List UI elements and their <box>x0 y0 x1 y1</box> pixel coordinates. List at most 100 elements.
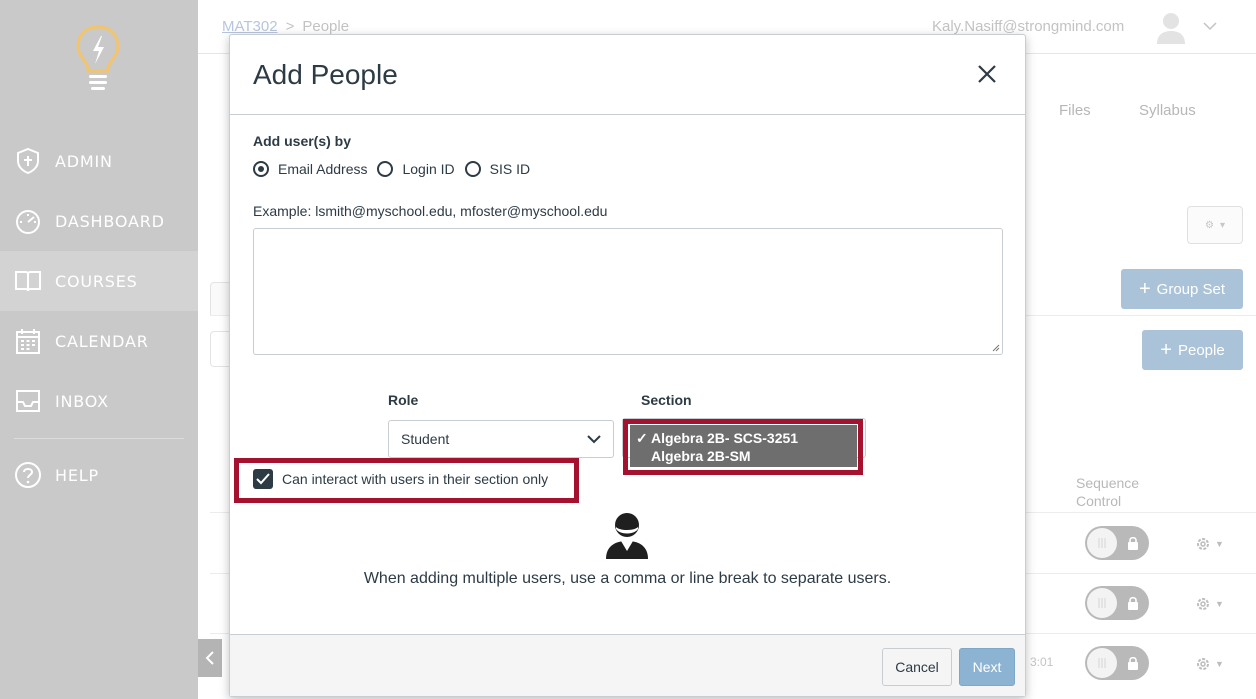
section-option-label: Algebra 2B- SCS-3251 <box>651 430 799 446</box>
radio-label: SIS ID <box>489 161 531 177</box>
add-people-dialog: Add People Add user(s) by Email Address … <box>229 34 1026 697</box>
breadcrumb: MAT302 > People <box>222 18 349 35</box>
section-option[interactable]: Algebra 2B-SM <box>630 447 857 465</box>
plus-icon: + <box>1160 338 1172 361</box>
chevron-down-icon[interactable] <box>1202 18 1218 34</box>
users-textarea[interactable] <box>253 228 1003 355</box>
collapse-sidebar-button[interactable] <box>198 639 222 677</box>
radio-label: Email Address <box>278 161 368 177</box>
row-timestamp: 3:01 <box>1030 655 1054 669</box>
example-hint: Example: lsmith@myschool.edu, mfoster@my… <box>253 203 608 219</box>
row-settings-button[interactable]: ▼ <box>1195 595 1225 613</box>
caret-down-icon: ▼ <box>1215 539 1224 549</box>
calendar-icon <box>14 327 42 355</box>
sidebar-item-label: HELP <box>55 465 99 485</box>
radio-sis-id[interactable]: SIS ID <box>464 161 531 177</box>
sidebar-divider <box>14 438 184 439</box>
book-icon <box>14 267 42 295</box>
sidebar-item-courses[interactable]: COURSES <box>0 251 198 311</box>
breadcrumb-current: People <box>302 18 350 35</box>
tab-files[interactable]: Files <box>1059 102 1091 119</box>
gear-icon <box>1197 598 1209 610</box>
multiple-users-hint: When adding multiple users, use a comma … <box>363 570 892 587</box>
caret-down-icon: ▼ <box>1215 599 1224 609</box>
toggle-knob <box>1087 648 1117 678</box>
user-icon <box>606 513 648 559</box>
sidebar: ADMIN DASHBOARD COURSES CALENDAR INBOX H… <box>0 0 198 699</box>
sidebar-item-label: INBOX <box>55 391 109 411</box>
caret-down-icon: ▾ <box>1219 219 1225 231</box>
option-spacer <box>630 447 651 465</box>
sidebar-item-help[interactable]: HELP <box>0 445 198 505</box>
checkmark-icon: ✓ <box>636 430 648 446</box>
section-label: Section <box>641 392 692 408</box>
sequence-toggle[interactable] <box>1085 586 1149 620</box>
add-people-button[interactable]: + People <box>1142 330 1243 370</box>
user-email: Kaly.Nasiff@strongmind.com <box>932 18 1125 35</box>
caret-down-icon: ▼ <box>1215 659 1224 669</box>
section-only-checkbox[interactable] <box>253 469 273 489</box>
close-icon[interactable] <box>975 62 999 86</box>
sidebar-item-calendar[interactable]: CALENDAR <box>0 311 198 371</box>
sidebar-item-label: CALENDAR <box>55 331 149 351</box>
toggle-knob <box>1087 588 1117 618</box>
radio-login-id[interactable]: Login ID <box>377 161 455 177</box>
dialog-header: Add People <box>230 35 1025 115</box>
lightbulb-logo-icon[interactable] <box>74 24 122 92</box>
add-users-by-label: Add user(s) by <box>253 133 352 149</box>
group-set-label: Group Set <box>1156 280 1226 298</box>
sidebar-item-label: ADMIN <box>55 151 113 171</box>
speedometer-icon <box>14 207 42 235</box>
lock-icon <box>1128 656 1138 670</box>
tab-syllabus[interactable]: Syllabus <box>1139 102 1196 119</box>
sidebar-item-inbox[interactable]: INBOX <box>0 371 198 431</box>
avatar-icon[interactable] <box>1155 10 1187 44</box>
radio-label: Login ID <box>402 161 455 177</box>
gear-icon <box>1197 658 1209 670</box>
section-listbox[interactable]: ✓ Algebra 2B- SCS-3251 Algebra 2B-SM <box>630 425 857 467</box>
section-option[interactable]: ✓ Algebra 2B- SCS-3251 <box>630 429 857 447</box>
chevron-left-icon <box>205 651 214 665</box>
add-group-set-button[interactable]: + Group Set <box>1121 269 1243 309</box>
radio-button[interactable] <box>253 161 269 177</box>
sidebar-item-admin[interactable]: ADMIN <box>0 131 198 191</box>
radio-button[interactable] <box>377 161 394 177</box>
chevron-down-icon <box>587 435 601 444</box>
resize-handle-icon[interactable] <box>992 344 1000 352</box>
row-settings-button[interactable]: ▼ <box>1195 655 1225 673</box>
toggle-knob <box>1087 528 1117 558</box>
section-only-checkbox-row[interactable]: Can interact with users in their section… <box>253 469 548 489</box>
role-label: Role <box>388 392 419 408</box>
role-select[interactable]: Student <box>388 420 614 458</box>
dialog-footer: Cancel Next <box>230 634 1025 696</box>
settings-button[interactable]: ⚙ ▾ <box>1187 206 1243 244</box>
cancel-button[interactable]: Cancel <box>882 648 952 686</box>
lock-icon <box>1128 596 1138 610</box>
sidebar-item-label: DASHBOARD <box>55 211 165 231</box>
people-label: People <box>1177 341 1225 359</box>
checkmark-icon <box>256 473 270 485</box>
background-search-stub <box>210 331 230 367</box>
radio-button[interactable] <box>464 161 481 177</box>
section-option-label: Algebra 2B-SM <box>651 448 751 464</box>
dialog-title: Add People <box>253 59 398 90</box>
radio-email-address[interactable]: Email Address <box>253 161 367 177</box>
gear-icon: ⚙ <box>1205 219 1214 231</box>
row-settings-button[interactable]: ▼ <box>1195 535 1225 553</box>
add-by-radio-group: Email Address Login ID SIS ID <box>253 161 540 177</box>
plus-icon: + <box>1138 277 1151 300</box>
next-button[interactable]: Next <box>959 648 1015 686</box>
background-tab-stub <box>210 282 230 316</box>
sidebar-item-dashboard[interactable]: DASHBOARD <box>0 191 198 251</box>
breadcrumb-course-link[interactable]: MAT302 <box>222 18 278 35</box>
shield-icon <box>14 147 42 175</box>
gear-icon <box>1197 538 1209 550</box>
sidebar-item-label: COURSES <box>55 271 138 291</box>
sequence-toggle[interactable] <box>1085 526 1149 560</box>
help-icon <box>14 461 42 489</box>
column-sequence-control: Sequence Control <box>1076 475 1140 509</box>
sequence-toggle[interactable] <box>1085 646 1149 680</box>
breadcrumb-separator: > <box>285 18 295 35</box>
role-value: Student <box>401 431 450 447</box>
checkbox-label: Can interact with users in their section… <box>282 471 549 487</box>
